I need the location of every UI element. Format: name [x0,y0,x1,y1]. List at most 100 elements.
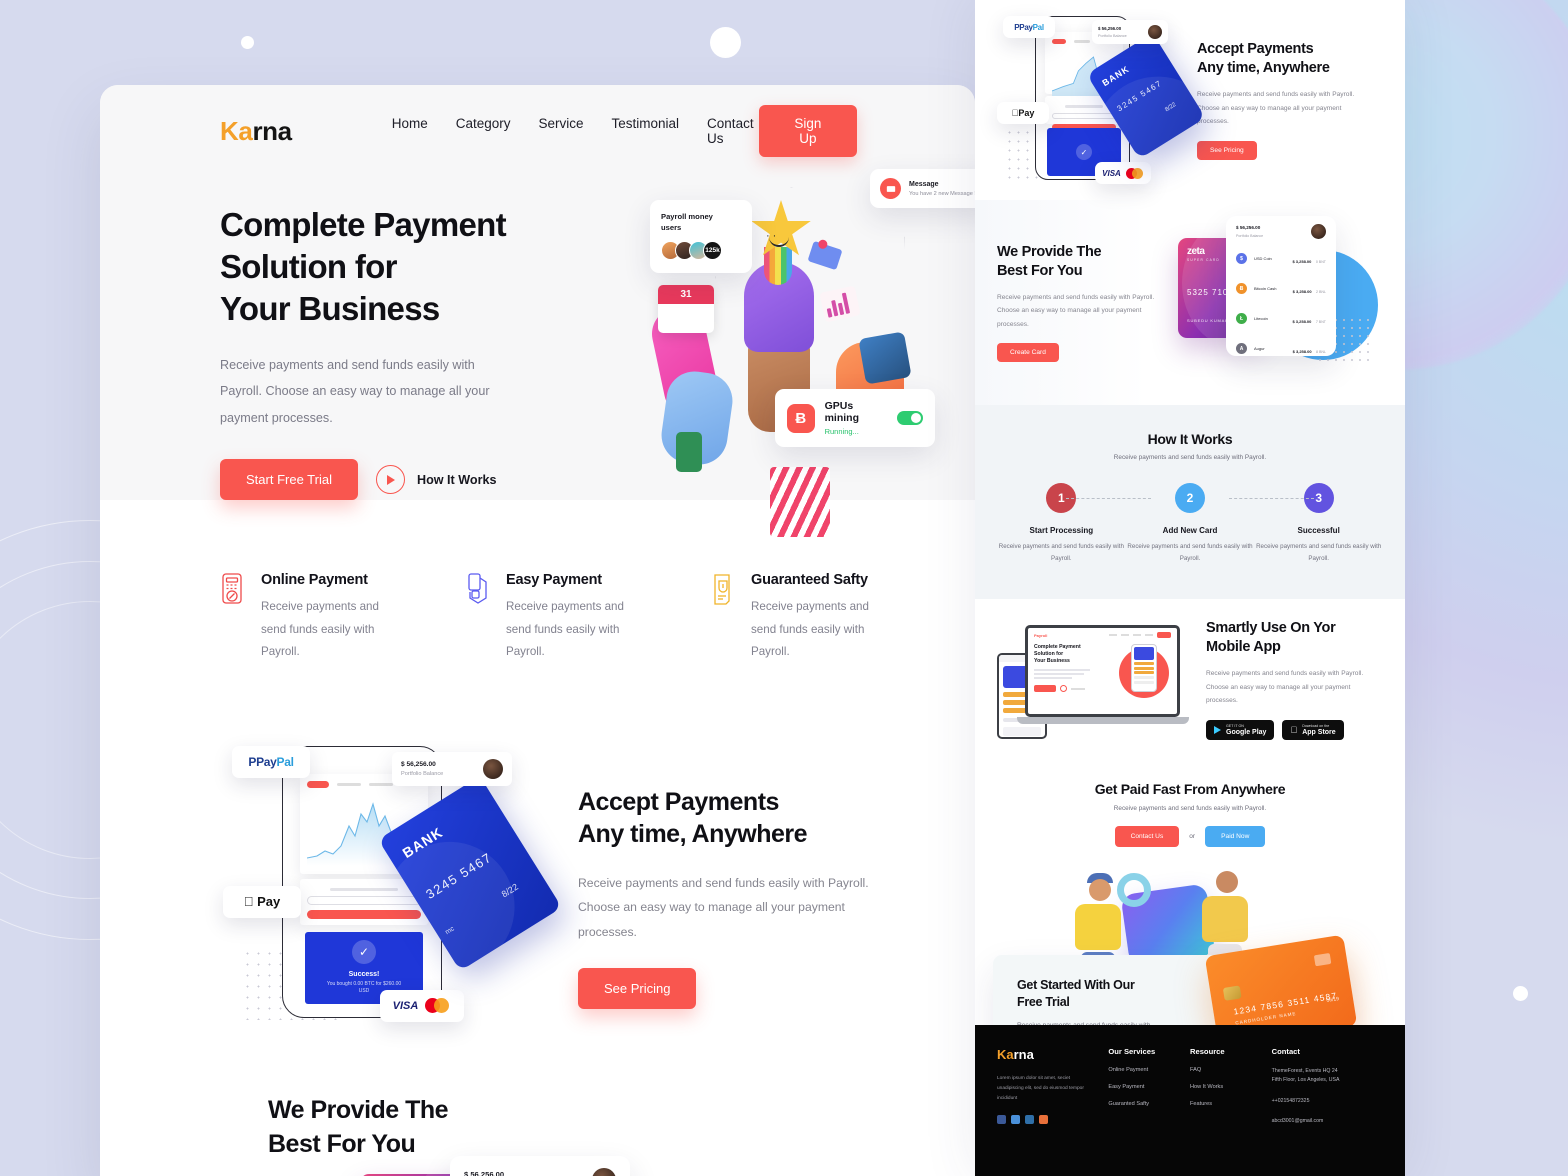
graph-tab[interactable] [1074,40,1090,43]
preview-accept-desc: Receive payments and send funds easily w… [1197,91,1355,126]
coin-value: $ 3,258.00 [1292,258,1312,264]
contact-us-button[interactable]: Contact Us [1114,826,1180,848]
list-item: Ł Litecoin $ 3,258.00 7 BNT [1236,310,1326,328]
footer-link-online-payment[interactable]: Online Payment [1108,1067,1190,1073]
start-free-trial-button[interactable]: Start Free Trial [220,459,358,501]
footer-link-easy-payment[interactable]: Easy Payment [1108,1084,1190,1090]
nav-item-contact-us[interactable]: Contact Us [707,116,759,146]
footer-link-faq[interactable]: FAQ [1190,1067,1272,1073]
message-card-body: You have 2 new Message ! [909,190,975,197]
play-icon[interactable] [375,465,405,495]
create-card-button[interactable]: Create Card [997,343,1059,363]
nav-item-testimonial[interactable]: Testimonial [612,116,680,146]
gpu-card-status: Running... [824,427,859,436]
how-it-works-video-link[interactable]: How It Works [375,465,497,495]
footer-address: ThemeForest, Events HQ 24 Fifth Floor, L… [1272,1067,1383,1086]
graph-tab[interactable] [337,782,361,786]
buy-button[interactable] [307,909,421,919]
preview-accept-mockup: ✓ PPayPal Pay VISA BANK 3245 5467 8/22 … [997,10,1206,190]
graph-tab[interactable] [369,782,393,786]
avatar [1311,223,1326,239]
person-head [1216,871,1238,894]
footer-column-heading: Contact [1271,1047,1300,1056]
message-card-title: Message [909,180,939,188]
how-it-works-title: How It Works [1147,431,1233,447]
mastercard-logo [1125,167,1144,179]
nav-item-category[interactable]: Category [456,116,511,146]
avatar-count: 125k [703,240,722,260]
visa-logo: VISA [1102,168,1121,178]
see-pricing-button[interactable]: See Pricing [1197,140,1257,160]
step-title: Successful [1297,526,1340,535]
easy-payment-icon [465,572,491,606]
brand-logo[interactable]: Karna [220,116,292,147]
avatar [592,1167,616,1176]
landing-page-main: Karna Home Category Service Testimonial … [100,85,975,1176]
paid-now-button[interactable]: Paid Now [1205,826,1266,848]
footer-link-how-it-works[interactable]: How It Works [1190,1084,1272,1090]
step-desc: Receive payments and send funds easily w… [1256,543,1382,563]
hero-section: Karna Home Category Service Testimonial … [100,85,975,537]
get-paid-title: Get Paid Fast From Anywhere [1094,781,1286,798]
step-connector [1228,498,1314,499]
visa-mastercard-badge: VISA [380,989,464,1022]
we-provide-section: We Provide The Best For You zeta SUPER C… [100,1094,975,1176]
footer-link-guaranted-safty[interactable]: Guaranted Safty [1108,1101,1190,1107]
linkedin-icon[interactable] [1025,1115,1034,1125]
app-store-badge[interactable]:  Download on the App Store [1282,719,1344,740]
portfolio-amount: $ 56,256.00 [464,1170,505,1176]
graph-tab-active[interactable] [307,780,329,788]
paypal-badge: PPayPal [232,745,310,778]
apple-pay-badge:  Pay [223,885,301,918]
illustration-rainbow [764,247,792,285]
feature-desc: Receive payments and send funds easily w… [506,600,624,659]
instagram-icon[interactable] [1039,1115,1048,1125]
footer-logo[interactable]: Karna [997,1047,1108,1062]
store-big-label: Google Play [1226,728,1267,736]
decorative-dot-small [241,36,254,49]
hero-title-line3: Your Business [220,289,440,327]
portfolio-amount: $ 56,256.00 [1236,224,1261,230]
feature-title: Easy Payment [506,572,602,588]
hero-title-line1: Complete Payment [220,206,507,243]
mobile-app-title: Smartly Use On Yor Mobile App [1206,619,1374,657]
footer-phone[interactable]: ++02154872325 [1272,1097,1383,1106]
coin-name: Augur [1254,346,1265,351]
twitter-icon[interactable] [1011,1115,1020,1125]
coin-name: Bitcoin Cash [1254,286,1277,291]
amount-input[interactable] [307,895,421,905]
portfolio-balance-card: $ 56,256.00 Portfolio Balance [392,751,512,786]
footer-address-line2: Fifth Floor, Los Angeles, USA [1271,1077,1340,1084]
visa-logo: VISA [392,999,419,1012]
get-paid-subtitle: Receive payments and send funds easily w… [1113,805,1267,813]
nav-item-home[interactable]: Home [392,116,428,146]
list-item: A Augur $ 3,258.00 8 BNL [1236,340,1326,356]
signup-button[interactable]: Sign Up [758,105,857,157]
paypal-label: PPayPal [248,754,294,769]
see-pricing-button[interactable]: See Pricing [578,968,697,1009]
accept-payments-section: ✓ Success! You bought 0.00 BTC for $260.… [100,734,975,1064]
google-play-badge[interactable]: GET IT ON Google Play [1206,719,1275,740]
balance-label: Portfolio Balance [1098,34,1127,38]
accept-payments-desc: Receive payments and send funds easily w… [578,875,869,939]
footer-link-features[interactable]: Features [1190,1101,1272,1107]
graph-tab-active[interactable] [1052,39,1066,44]
mobile-title-line1: Smartly Use On Yor [1206,619,1336,636]
person-jacket [1202,896,1248,943]
amount-input[interactable] [1052,113,1116,119]
card-contactless-icon [1313,952,1332,967]
footer-tagline: Lorem ipsum dolor sit amet, seciet unadi… [997,1076,1084,1102]
accept-title-line2: Any time, Anywhere [1197,60,1330,77]
card-expiry: 06/19 [1326,996,1340,1004]
nav-item-service[interactable]: Service [539,116,584,146]
illustration-striped-leg [770,467,830,537]
navbar: Karna Home Category Service Testimonial … [100,85,975,177]
footer-email[interactable]: abcd3001@gmail.com [1272,1117,1383,1126]
cta-title-line2: Free Trial [1017,994,1070,1009]
balance-amount: $ 56,256.00 [401,760,436,768]
coin-sub: 2 BNL [1316,289,1326,294]
coin-name: Litecoin [1254,316,1268,321]
facebook-icon[interactable] [997,1115,1006,1125]
gpu-mining-toggle[interactable] [897,411,924,425]
feature-card-easy-payment: Easy Payment Receive payments and send f… [465,572,650,664]
